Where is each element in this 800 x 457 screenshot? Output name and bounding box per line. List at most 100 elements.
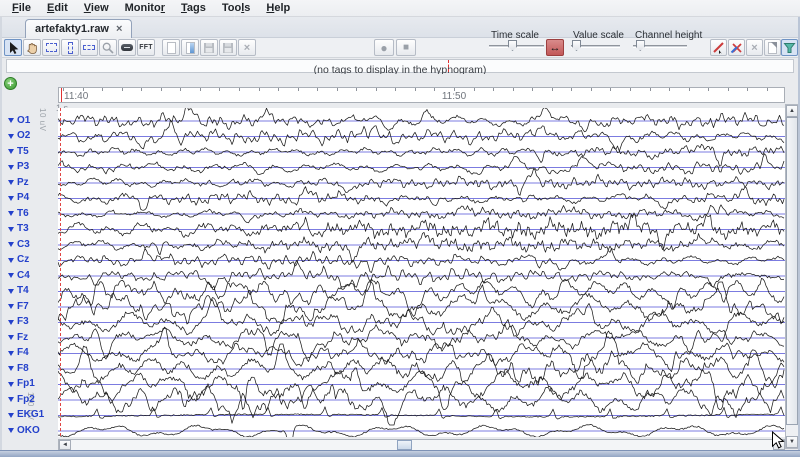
time-scale-thumb[interactable] <box>508 40 517 51</box>
channel-collapse-icon[interactable] <box>8 273 14 278</box>
tab-artefakty1-raw[interactable]: artefakty1.raw × <box>25 19 132 38</box>
horizontal-select-tool-button[interactable] <box>80 39 98 56</box>
channel-collapse-icon[interactable] <box>8 289 14 294</box>
value-scale-thumb[interactable] <box>572 40 581 51</box>
timeline-tick <box>337 88 338 91</box>
vertical-select-tool-button[interactable] <box>61 39 79 56</box>
menu-item-tags[interactable]: Tags <box>173 1 214 15</box>
measure-tool-button[interactable] <box>118 39 136 56</box>
channel-label-O2[interactable]: O2 <box>8 131 30 142</box>
rect-select-tool-button[interactable] <box>42 39 60 56</box>
channel-collapse-icon[interactable] <box>8 227 14 232</box>
channel-label-T3[interactable]: T3 <box>8 224 29 235</box>
channel-label-OKO[interactable]: OKO <box>8 425 40 436</box>
channel-collapse-icon[interactable] <box>8 304 14 309</box>
channel-name: OKO <box>17 426 40 436</box>
menu-item-monitor[interactable]: Monitor <box>117 1 173 15</box>
scroll-left-button[interactable]: ◄ <box>59 440 71 450</box>
channel-collapse-icon[interactable] <box>8 118 14 123</box>
new-page-button[interactable] <box>162 39 180 56</box>
vertical-scroll-thumb[interactable] <box>786 117 798 425</box>
timeline-tick <box>356 88 357 91</box>
channel-collapse-icon[interactable] <box>8 196 14 201</box>
filter-toggle-button[interactable] <box>781 39 798 56</box>
timeline-tick <box>298 88 299 91</box>
channel-collapse-icon[interactable] <box>8 366 14 371</box>
zoom-tool-button[interactable] <box>99 39 117 56</box>
channel-label-O1[interactable]: O1 <box>8 115 30 126</box>
channel-label-F8[interactable]: F8 <box>8 363 29 374</box>
close-file-button[interactable]: × <box>238 39 256 56</box>
channel-collapse-icon[interactable] <box>8 320 14 325</box>
duplicate-page-button[interactable] <box>181 39 199 56</box>
save-button[interactable] <box>200 39 218 56</box>
channel-label-Fp1[interactable]: Fp1 <box>8 379 35 390</box>
menu-item-help[interactable]: Help <box>258 1 298 15</box>
channel-label-F3[interactable]: F3 <box>8 317 29 328</box>
menu-item-tools[interactable]: Tools <box>214 1 259 15</box>
channel-collapse-icon[interactable] <box>8 413 14 418</box>
timeline-ruler[interactable]: 11:40 11:50 <box>58 87 785 103</box>
menu-item-file[interactable]: File <box>4 1 39 15</box>
montage-tools-button[interactable] <box>728 39 745 56</box>
channel-label-C3[interactable]: C3 <box>8 239 30 250</box>
channel-collapse-icon[interactable] <box>8 149 14 154</box>
channel-label-F7[interactable]: F7 <box>8 301 29 312</box>
pan-tool-button[interactable] <box>23 39 41 56</box>
channel-label-Fz[interactable]: Fz <box>8 332 28 343</box>
channel-collapse-icon[interactable] <box>8 180 14 185</box>
select-tool-button[interactable] <box>4 39 22 56</box>
scroll-up-button[interactable]: ▲ <box>786 105 798 117</box>
horizontal-scroll-thumb[interactable] <box>397 440 412 450</box>
channel-collapse-icon[interactable] <box>8 428 14 433</box>
stop-button[interactable]: ■ <box>396 39 416 56</box>
delete-button[interactable]: × <box>746 39 763 56</box>
timeline-tick <box>708 88 709 91</box>
channel-label-Pz[interactable]: Pz <box>8 177 29 188</box>
hypnogram-panel[interactable]: (no tags to display in the hypnogram) <box>6 59 794 73</box>
channel-height-thumb[interactable] <box>636 40 645 51</box>
record-button[interactable]: ● <box>374 39 394 56</box>
fft-tool-button[interactable]: FFT <box>137 39 155 56</box>
channel-label-EKG1[interactable]: EKG1 <box>8 410 44 421</box>
channel-collapse-icon[interactable] <box>8 134 14 139</box>
timeline-tick <box>259 88 260 91</box>
channel-label-C4[interactable]: C4 <box>8 270 30 281</box>
channel-label-P3[interactable]: P3 <box>8 162 29 173</box>
channel-collapse-icon[interactable] <box>8 335 14 340</box>
channel-collapse-icon[interactable] <box>8 351 14 356</box>
timeline-tick <box>474 88 475 91</box>
timeline-tick <box>532 88 533 91</box>
waveform-canvas[interactable] <box>58 108 785 437</box>
time-scale-label: Time scale <box>489 30 549 41</box>
channel-label-T5[interactable]: T5 <box>8 146 29 157</box>
menu-item-view[interactable]: View <box>76 1 117 15</box>
channel-collapse-icon[interactable] <box>8 397 14 402</box>
hand-icon <box>25 41 39 55</box>
value-scale-label: Value scale <box>571 30 631 41</box>
report-page-button[interactable] <box>764 39 781 56</box>
channel-label-P4[interactable]: P4 <box>8 193 29 204</box>
channel-collapse-icon[interactable] <box>8 242 14 247</box>
menu-item-edit[interactable]: Edit <box>39 1 76 15</box>
timeline-start-label: 11:40 <box>64 91 88 102</box>
timeline-mid-label: 11:50 <box>442 91 466 102</box>
channel-collapse-icon[interactable] <box>8 211 14 216</box>
tab-close-icon[interactable]: × <box>116 24 122 34</box>
channel-label-Cz[interactable]: Cz <box>8 255 29 266</box>
channel-collapse-icon[interactable] <box>8 382 14 387</box>
annotate-tool-button[interactable] <box>710 39 727 56</box>
mouse-cursor <box>771 431 788 450</box>
channel-label-T4[interactable]: T4 <box>8 286 29 297</box>
timeline-tick <box>689 88 690 91</box>
channel-collapse-icon[interactable] <box>8 165 14 170</box>
add-channel-button[interactable]: + <box>4 77 17 90</box>
channel-name: T5 <box>17 147 29 157</box>
red-pen-icon <box>712 41 725 54</box>
channel-collapse-icon[interactable] <box>8 258 14 263</box>
vertical-scrollbar[interactable]: ▲ ▼ <box>785 104 799 449</box>
save-as-button[interactable] <box>219 39 237 56</box>
channel-label-F4[interactable]: F4 <box>8 348 29 359</box>
channel-label-Fp2[interactable]: Fp2 <box>8 394 35 405</box>
channel-label-T6[interactable]: T6 <box>8 208 29 219</box>
